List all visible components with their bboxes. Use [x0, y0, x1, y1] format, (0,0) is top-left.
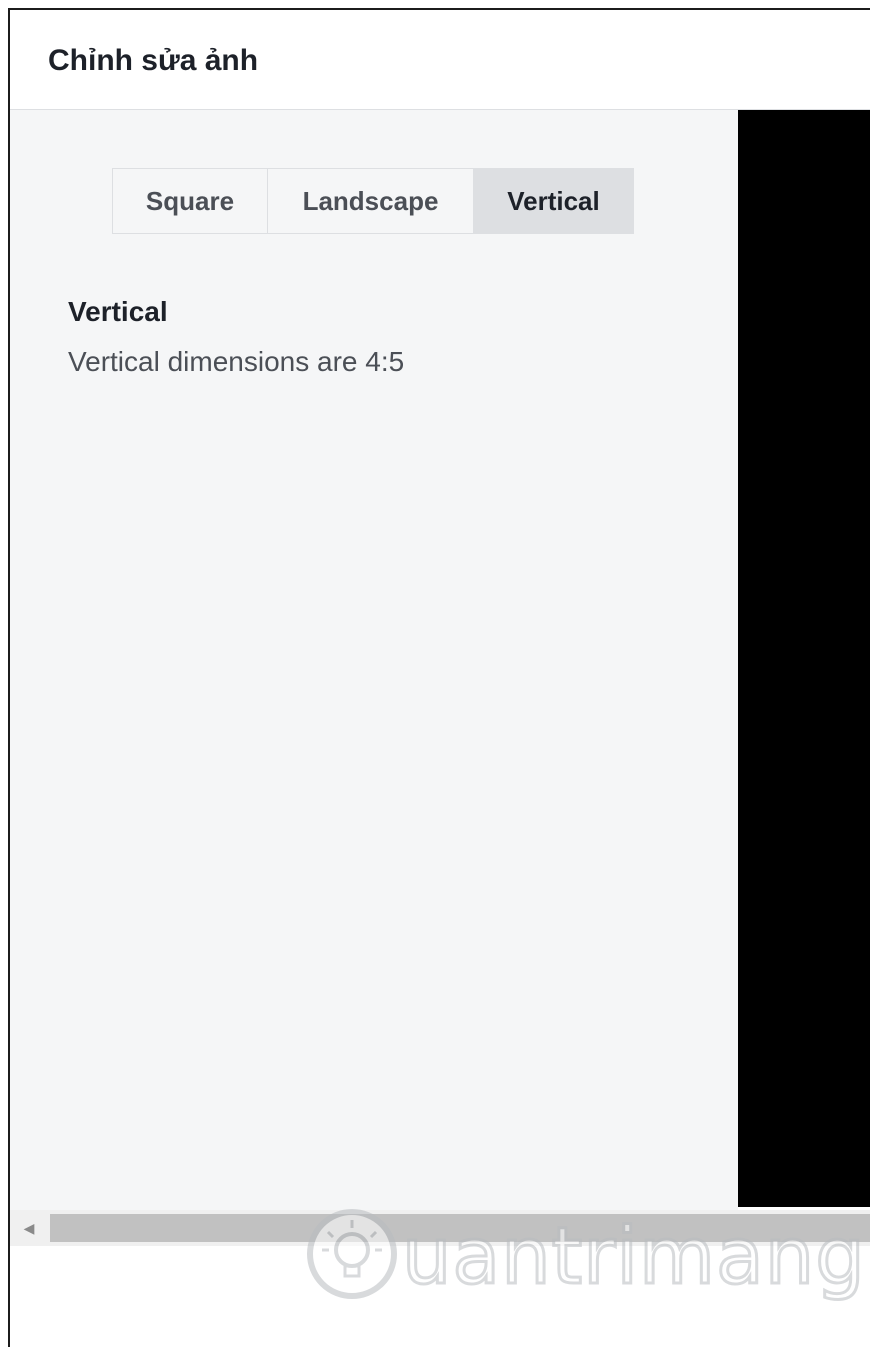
crop-ratio-tabs: Square Landscape Vertical	[112, 168, 634, 234]
triangle-left-icon[interactable]: ◀	[10, 1210, 48, 1246]
tab-square[interactable]: Square	[113, 169, 267, 233]
horizontal-scrollbar[interactable]: ◀	[10, 1210, 870, 1246]
image-preview	[738, 110, 870, 1207]
selected-option-description: Vertical dimensions are 4:5	[68, 346, 405, 377]
dialog-title: Chỉnh sửa ảnh	[48, 44, 259, 77]
crop-options-panel: Square Landscape Vertical Vertical Verti…	[10, 110, 738, 1210]
dialog-header: Chỉnh sửa ảnh	[10, 10, 870, 110]
selected-option-title: Vertical	[68, 296, 168, 327]
scrollbar-thumb[interactable]	[50, 1214, 870, 1242]
tab-vertical[interactable]: Vertical	[473, 169, 633, 233]
tab-landscape[interactable]: Landscape	[267, 169, 473, 233]
dialog-footer	[10, 1246, 870, 1347]
